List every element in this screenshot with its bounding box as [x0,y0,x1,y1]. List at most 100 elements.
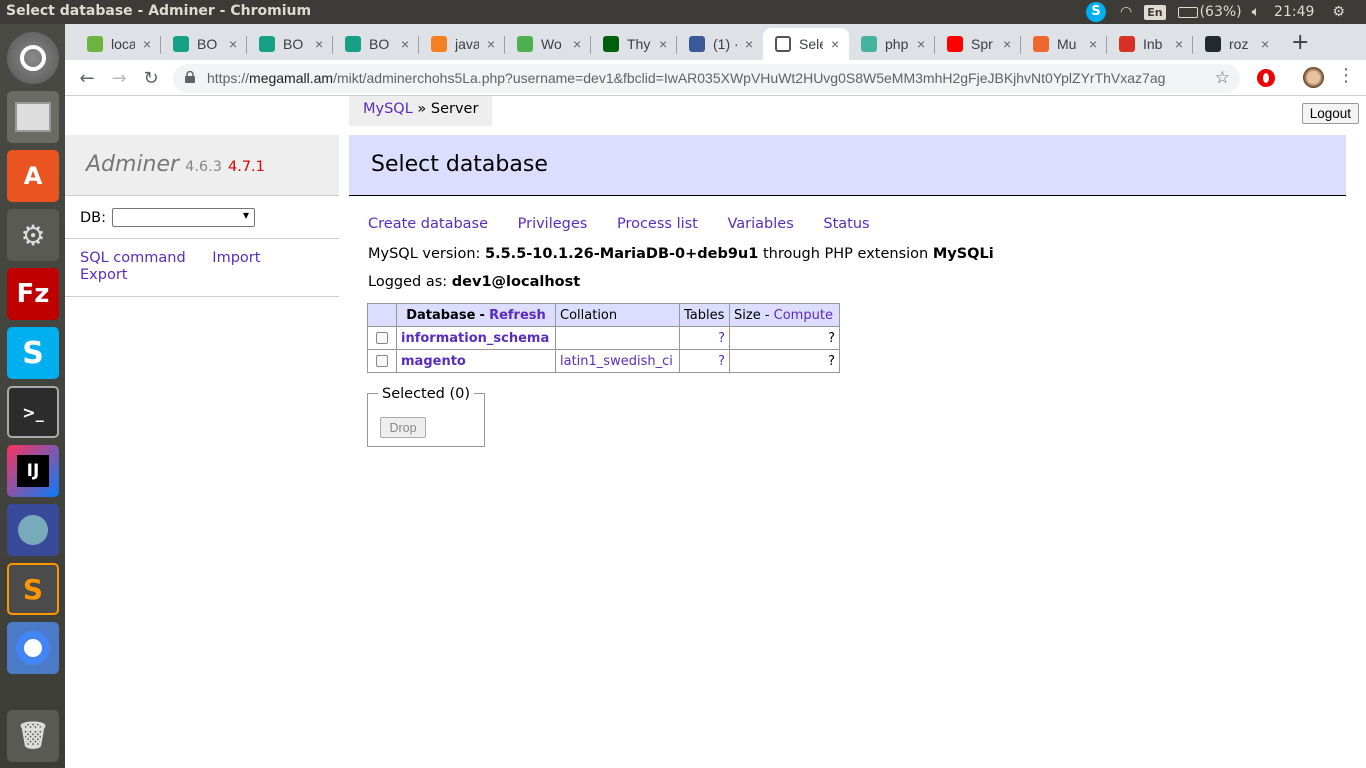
sql-command-link[interactable]: SQL command [80,250,186,266]
wifi-icon[interactable]: ◠ [1120,4,1132,20]
status-link[interactable]: Status [823,216,869,232]
breadcrumb-mysql-link[interactable]: MySQL [363,101,413,117]
close-icon[interactable]: × [831,36,839,52]
tab[interactable]: (1) · × [677,28,761,60]
row-checkbox[interactable] [376,355,388,367]
tab-label: Wo [541,36,562,52]
forward-button[interactable]: → [105,64,133,92]
logout-button[interactable]: Logout [1301,103,1359,124]
process-list-link[interactable]: Process list [617,216,698,232]
tab[interactable]: BO × [161,28,245,60]
size-value: ? [729,349,840,373]
close-icon[interactable]: × [315,36,323,52]
close-icon[interactable]: × [143,36,151,52]
close-icon[interactable]: × [401,36,409,52]
reload-button[interactable]: ↻ [137,64,165,92]
ubuntu-dash-icon[interactable] [7,32,59,84]
adminer-brand[interactable]: Adminer 4.6.3 4.7.1 [86,152,265,177]
tab[interactable]: Spr × [935,28,1019,60]
volume-icon[interactable]: 🔈︎ [1252,4,1260,20]
launcher: A ⚙ Fz S >_ IJ S 🗑︎ [0,24,65,768]
tab-strip: loca×BO×BO×BO×java×Wo×Thy×(1) ·×Sele×php… [65,24,1366,60]
tab[interactable]: loca × [75,28,159,60]
tab[interactable]: Mu × [1021,28,1105,60]
battery-icon[interactable] [1177,6,1198,18]
tab-label: (1) · [713,36,737,52]
tab[interactable]: roz × [1193,28,1277,60]
tab-label: BO [283,36,304,52]
menu-kebab-icon[interactable]: ⋮ [1337,65,1355,86]
compute-link[interactable]: Compute [774,308,833,323]
close-icon[interactable]: × [1175,36,1183,52]
close-icon[interactable]: × [1003,36,1011,52]
leaf-icon [517,36,533,52]
adminer-new-version-link[interactable]: 4.7.1 [228,159,265,175]
breadcrumb-current: Server [430,101,479,117]
back-button[interactable]: ← [73,64,101,92]
skype-tray-icon[interactable]: S [1086,2,1106,22]
tab[interactable]: BO × [333,28,417,60]
youtube-icon [947,36,963,52]
close-icon[interactable]: × [659,36,667,52]
mysql-workbench-icon[interactable] [7,504,59,556]
tab[interactable]: Wo × [505,28,589,60]
close-icon[interactable]: × [745,36,753,52]
terminal-icon[interactable]: >_ [7,386,59,438]
software-center-icon[interactable]: A [7,150,59,202]
tab[interactable]: Sele × [763,28,849,60]
filezilla-icon[interactable]: Fz [7,268,59,320]
tab[interactable]: Thy × [591,28,675,60]
gear-icon[interactable]: ⚙ [1332,4,1345,20]
trash-icon[interactable]: 🗑︎ [7,710,59,762]
tab[interactable]: java × [419,28,503,60]
keyboard-layout[interactable]: En [1144,4,1166,20]
create-database-link[interactable]: Create database [368,216,488,232]
close-icon[interactable]: × [229,36,237,52]
close-icon[interactable]: × [917,36,925,52]
profile-avatar[interactable] [1303,67,1324,88]
breadcrumb: MySQL » Server [349,96,493,126]
clock[interactable]: 21:49 [1274,4,1314,20]
tab[interactable]: Inb × [1107,28,1191,60]
import-link[interactable]: Import [212,250,260,266]
tab-label: Spr [971,36,993,52]
browser-toolbar: ← → ↻ https://megamall.am/mikt/adminerch… [65,60,1366,96]
db-select[interactable] [112,208,255,227]
collation-link[interactable]: latin1_swedish_ci [560,354,673,369]
top-panel: Select database - Adminer - Chromium S ◠… [0,0,1366,24]
tab[interactable]: BO × [247,28,331,60]
table-row: magento latin1_swedish_ci ? ? [367,349,840,373]
table-row: information_schema ? ? [367,326,840,350]
chromium-icon[interactable] [7,622,59,674]
bookmark-star-icon[interactable]: ☆ [1215,68,1230,88]
settings-icon[interactable]: ⚙ [7,209,59,261]
export-link[interactable]: Export [80,267,127,283]
privileges-link[interactable]: Privileges [518,216,588,232]
page-content: MySQL » Server Logout Adminer 4.6.3 4.7.1 … [65,96,1366,768]
sublime-text-icon[interactable]: S [7,563,59,615]
row-checkbox[interactable] [376,332,388,344]
php-extension: MySQLi [932,246,994,262]
close-icon[interactable]: × [573,36,581,52]
database-link[interactable]: magento [401,354,466,369]
database-link[interactable]: information_schema [401,331,549,346]
skype-icon[interactable]: S [7,327,59,379]
close-icon[interactable]: × [1261,36,1269,52]
tab[interactable]: php × [849,28,933,60]
files-icon[interactable] [7,91,59,143]
close-icon[interactable]: × [1089,36,1097,52]
intellij-icon[interactable]: IJ [7,445,59,497]
close-icon[interactable]: × [487,36,495,52]
tables-count-link[interactable]: ? [718,354,725,369]
address-bar[interactable]: https://megamall.am/mikt/adminerchohs5La… [173,64,1240,93]
refresh-link[interactable]: Refresh [489,308,546,323]
tab-label: BO [197,36,218,52]
variables-link[interactable]: Variables [727,216,793,232]
opera-vpn-extension-icon[interactable] [1257,69,1275,87]
new-tab-button[interactable]: + [1291,30,1309,55]
tab-label: Inb [1143,36,1163,52]
tab-label: php [885,36,909,52]
server-links: Create database Privileges Process list … [368,216,895,232]
tables-count-link[interactable]: ? [718,331,725,346]
drop-button[interactable]: Drop [380,417,426,438]
